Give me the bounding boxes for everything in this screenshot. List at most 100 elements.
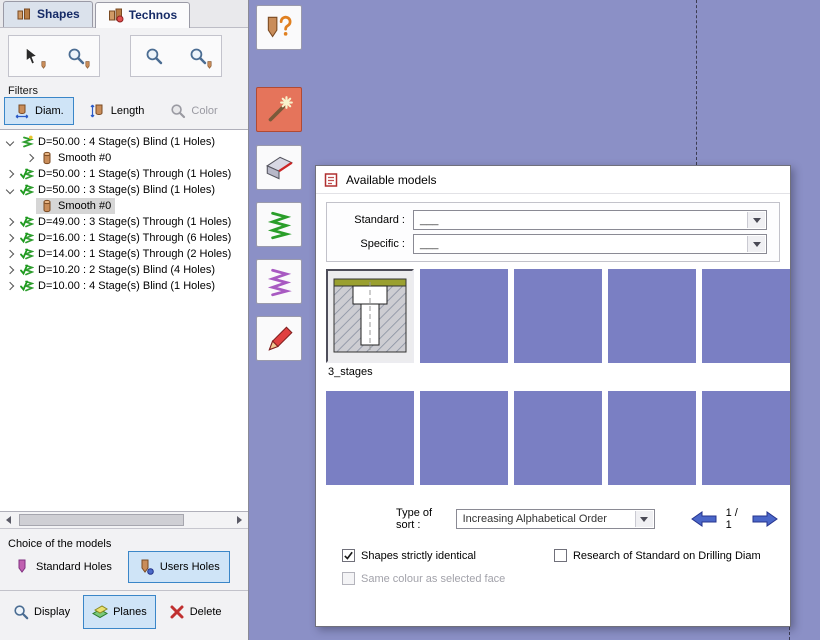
chevron-right-icon[interactable] bbox=[4, 168, 16, 180]
checkbox-row-1: Shapes strictly identical Research of St… bbox=[342, 549, 761, 562]
model-thumbnail-empty[interactable] bbox=[326, 391, 414, 485]
model-thumbnail-empty[interactable] bbox=[702, 269, 790, 363]
checkbox-checked-icon[interactable] bbox=[342, 549, 355, 562]
tab-shapes-label: Shapes bbox=[37, 7, 80, 21]
horizontal-scrollbar[interactable] bbox=[0, 512, 248, 529]
tree-item-label: Smooth #0 bbox=[58, 200, 111, 212]
model-thumbnail-label: 3_stages bbox=[328, 366, 418, 378]
chevron-placeholder bbox=[24, 200, 36, 212]
scrollbar-track[interactable] bbox=[17, 512, 231, 528]
chevron-right-icon[interactable] bbox=[24, 152, 36, 164]
delete-button[interactable]: Delete bbox=[160, 595, 231, 629]
tree-row[interactable]: D=16.00 : 1 Stage(s) Through (6 Holes) bbox=[0, 230, 248, 246]
specific-dropdown[interactable]: ___ bbox=[413, 234, 767, 254]
standard-holes-button[interactable]: Standard Holes bbox=[4, 551, 122, 583]
dropdown-arrow-icon[interactable] bbox=[747, 212, 765, 228]
face-tool-button[interactable] bbox=[256, 145, 302, 190]
magic-wand-tool-button[interactable] bbox=[256, 87, 302, 132]
tree-item-label: D=50.00 : 4 Stage(s) Blind (1 Holes) bbox=[38, 136, 215, 148]
standard-dropdown[interactable]: ___ bbox=[413, 210, 767, 230]
zoom-hole-button[interactable] bbox=[177, 38, 219, 74]
length-icon bbox=[90, 103, 106, 119]
chevron-right-icon[interactable] bbox=[4, 280, 16, 292]
drill-mini-icon bbox=[205, 61, 214, 70]
tree-row[interactable]: D=10.20 : 2 Stage(s) Blind (4 Holes) bbox=[0, 262, 248, 278]
standard-holes-label: Standard Holes bbox=[36, 561, 112, 573]
model-thumbnail-empty[interactable] bbox=[608, 391, 696, 485]
scrollbar-thumb[interactable] bbox=[19, 514, 184, 526]
scroll-right-button[interactable] bbox=[231, 512, 248, 528]
dropdown-arrow-icon[interactable] bbox=[635, 511, 653, 527]
drill-mini-icon bbox=[83, 61, 92, 70]
diameter-icon bbox=[14, 103, 30, 119]
tree-item-label: D=16.00 : 1 Stage(s) Through (6 Holes) bbox=[38, 232, 231, 244]
holes-tree: D=50.00 : 4 Stage(s) Blind (1 Holes) Smo… bbox=[0, 129, 248, 512]
tree-item-label: D=49.00 : 3 Stage(s) Through (1 Holes) bbox=[38, 216, 231, 228]
checkbox-unchecked-icon[interactable] bbox=[554, 549, 567, 562]
shapes-icon bbox=[16, 6, 32, 22]
zoom-out-button[interactable] bbox=[133, 38, 175, 74]
dialog-titlebar[interactable]: Available models bbox=[316, 166, 790, 194]
chevron-right-icon[interactable] bbox=[4, 232, 16, 244]
tree-row[interactable]: D=50.00 : 3 Stage(s) Blind (1 Holes) bbox=[0, 182, 248, 198]
tree-row[interactable]: D=50.00 : 4 Stage(s) Blind (1 Holes) bbox=[0, 134, 248, 150]
thread-tool-button[interactable] bbox=[256, 202, 302, 247]
chevron-right-icon[interactable] bbox=[4, 248, 16, 260]
scroll-left-button[interactable] bbox=[0, 512, 17, 528]
select-hole-button[interactable] bbox=[11, 38, 53, 74]
tree-row[interactable]: Smooth #0 bbox=[0, 150, 248, 166]
pencil-icon bbox=[263, 323, 295, 355]
filter-length-button[interactable]: Length bbox=[80, 97, 155, 125]
tree-row[interactable]: D=10.00 : 4 Stage(s) Blind (1 Holes) bbox=[0, 278, 248, 294]
research-standard-label: Research of Standard on Drilling Diam bbox=[573, 550, 761, 562]
filter-color-button[interactable]: Color bbox=[160, 97, 227, 125]
chevron-right-icon[interactable] bbox=[4, 264, 16, 276]
thread-check-icon bbox=[20, 231, 34, 245]
dropdown-arrow-icon[interactable] bbox=[747, 236, 765, 252]
planes-label: Planes bbox=[113, 606, 147, 618]
scroll-left-icon bbox=[6, 516, 11, 524]
help-tool-button[interactable] bbox=[256, 5, 302, 50]
model-thumbnail-3-stages[interactable] bbox=[326, 269, 414, 363]
filter-diameter-button[interactable]: Diam. bbox=[4, 97, 74, 125]
standard-label: Standard : bbox=[333, 214, 413, 226]
sort-dropdown[interactable]: Increasing Alphabetical Order bbox=[456, 509, 655, 529]
edit-tool-button[interactable] bbox=[256, 316, 302, 361]
tap-tool-button[interactable] bbox=[256, 259, 302, 304]
shapes-identical-checkbox[interactable]: Shapes strictly identical bbox=[342, 549, 476, 562]
chevron-right-icon[interactable] bbox=[4, 216, 16, 228]
previous-page-button[interactable] bbox=[691, 509, 717, 529]
model-thumbnail-empty[interactable] bbox=[514, 269, 602, 363]
tree-item-label: D=10.20 : 2 Stage(s) Blind (4 Holes) bbox=[38, 264, 215, 276]
tree-row[interactable]: D=49.00 : 3 Stage(s) Through (1 Holes) bbox=[0, 214, 248, 230]
research-standard-checkbox[interactable]: Research of Standard on Drilling Diam bbox=[554, 549, 761, 562]
standard-value: ___ bbox=[420, 214, 438, 226]
model-thumbnail-empty[interactable] bbox=[702, 391, 790, 485]
filter-color-label: Color bbox=[191, 105, 217, 117]
model-thumbnail-empty[interactable] bbox=[514, 391, 602, 485]
tree-row[interactable]: D=14.00 : 1 Stage(s) Through (2 Holes) bbox=[0, 246, 248, 262]
model-thumbnail-empty[interactable] bbox=[420, 269, 508, 363]
checkbox-row-2: Same colour as selected face bbox=[342, 572, 505, 585]
display-button[interactable]: Display bbox=[4, 595, 79, 629]
same-colour-checkbox: Same colour as selected face bbox=[342, 572, 505, 585]
same-colour-label: Same colour as selected face bbox=[361, 573, 505, 585]
chevron-down-icon[interactable] bbox=[4, 184, 16, 196]
tab-technos[interactable]: Technos bbox=[95, 2, 190, 28]
next-page-button[interactable] bbox=[752, 509, 778, 529]
delete-label: Delete bbox=[190, 606, 222, 618]
color-icon bbox=[170, 103, 186, 119]
model-thumbnail-empty[interactable] bbox=[420, 391, 508, 485]
search-hole-button[interactable] bbox=[55, 38, 97, 74]
tab-shapes[interactable]: Shapes bbox=[3, 1, 93, 27]
tree-row-selected[interactable]: Smooth #0 bbox=[0, 198, 248, 214]
model-thumbnail-empty[interactable] bbox=[608, 269, 696, 363]
planes-button[interactable]: Planes bbox=[83, 595, 156, 629]
magenta-thread-icon bbox=[263, 266, 295, 298]
tree-row[interactable]: D=50.00 : 1 Stage(s) Through (1 Holes) bbox=[0, 166, 248, 182]
available-models-dialog: Available models Standard : ___ Specific… bbox=[315, 165, 791, 627]
green-thread-icon bbox=[263, 209, 295, 241]
users-holes-button[interactable]: Users Holes bbox=[128, 551, 230, 583]
chevron-down-icon[interactable] bbox=[4, 136, 16, 148]
models-choice-title: Choice of the models bbox=[8, 538, 111, 550]
